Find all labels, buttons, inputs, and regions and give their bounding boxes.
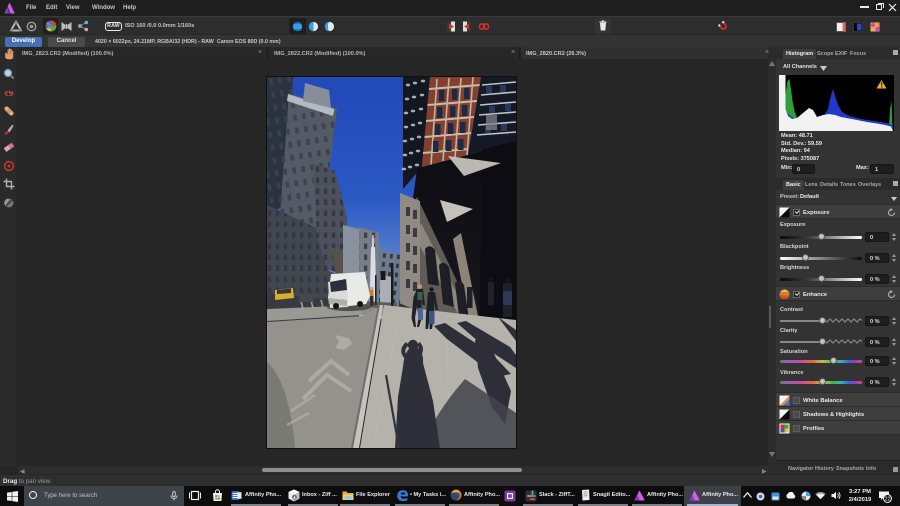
svg-text:22: 22 <box>884 496 890 502</box>
